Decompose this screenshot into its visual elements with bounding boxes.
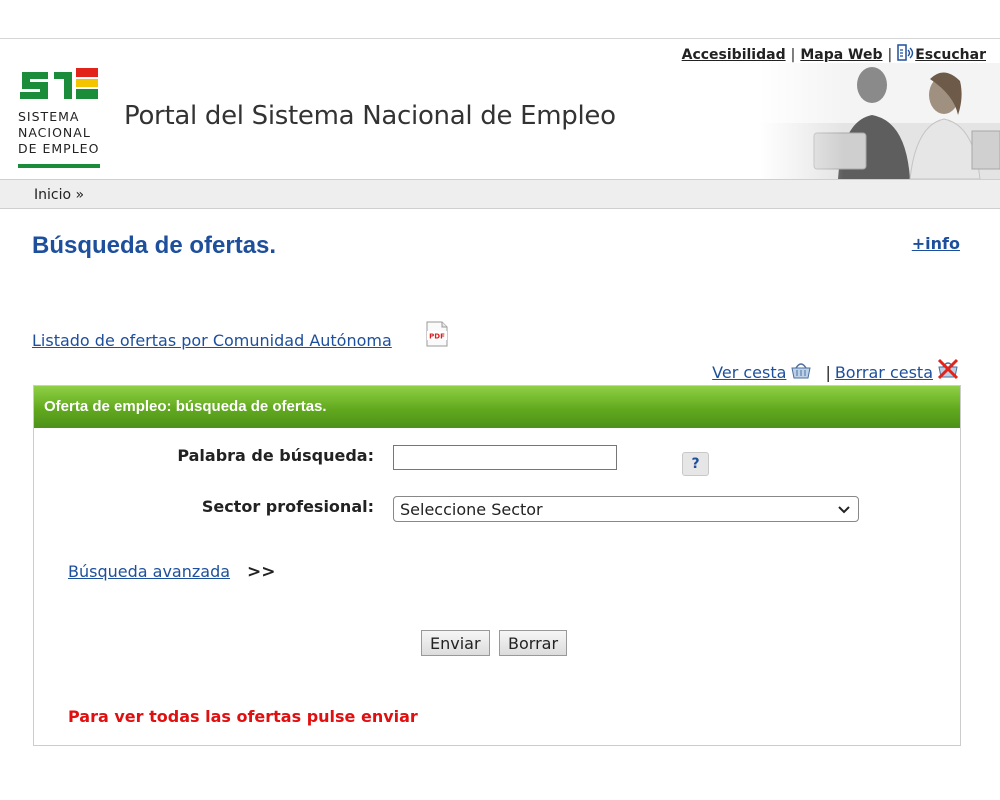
sitemap-link[interactable]: Mapa Web <box>800 47 882 63</box>
site-header: Accesibilidad | Mapa Web | Escuchar SISTEMA … <box>0 39 1000 179</box>
breadcrumb-home[interactable]: Inicio » <box>34 187 84 203</box>
sector-selected-value: Seleccione Sector <box>400 500 543 519</box>
reset-button[interactable]: Borrar <box>499 630 568 656</box>
plus-info-link[interactable]: +info <box>912 234 960 253</box>
logo-underline <box>18 164 100 168</box>
listado-link[interactable]: Listado de ofertas por Comunidad Autónom… <box>32 331 392 350</box>
listen-link[interactable]: Escuchar <box>915 47 986 63</box>
util-separator: | <box>790 47 796 63</box>
submit-button[interactable]: Enviar <box>421 630 490 656</box>
svg-text:PDF: PDF <box>429 333 445 341</box>
portal-title: Portal del Sistema Nacional de Empleo <box>124 101 616 131</box>
view-basket-link[interactable]: Ver cesta <box>712 363 786 382</box>
clear-basket-icon[interactable] <box>936 358 960 384</box>
advanced-search-arrows: >> <box>247 562 276 582</box>
help-button[interactable]: ? <box>682 452 709 476</box>
basket-links: Ver cesta | Borrar cesta <box>712 358 960 384</box>
basket-icon[interactable] <box>789 360 813 384</box>
keyword-label: Palabra de búsqueda: <box>177 446 374 465</box>
panel-title: Oferta de empleo: búsqueda de ofertas. <box>34 386 960 428</box>
clear-basket-link[interactable]: Borrar cesta <box>835 363 933 382</box>
logo-wordmark: SISTEMA NACIONAL DE EMPLEO <box>18 109 100 156</box>
sne-logo[interactable]: SISTEMA NACIONAL DE EMPLEO <box>18 66 102 170</box>
pdf-icon[interactable]: PDF <box>425 321 449 347</box>
breadcrumb-separator: » <box>75 187 85 203</box>
keyword-input[interactable] <box>393 445 617 470</box>
basket-separator: | <box>825 363 831 382</box>
sector-label: Sector profesional: <box>201 497 374 516</box>
sne-logo-icon <box>20 68 98 99</box>
breadcrumb: Inicio » <box>0 179 1000 209</box>
search-form-panel: Oferta de empleo: búsqueda de ofertas. P… <box>33 385 961 746</box>
header-photo-people <box>760 63 1000 179</box>
page-title: Búsqueda de ofertas. <box>32 232 277 259</box>
util-separator: | <box>887 47 893 63</box>
advanced-search-link[interactable]: Búsqueda avanzada <box>68 562 230 581</box>
sector-select[interactable]: Seleccione Sector <box>393 496 859 522</box>
accessibility-link[interactable]: Accesibilidad <box>682 47 786 63</box>
instruction-note: Para ver todas las ofertas pulse enviar <box>68 707 418 726</box>
chevron-down-icon <box>838 506 850 514</box>
